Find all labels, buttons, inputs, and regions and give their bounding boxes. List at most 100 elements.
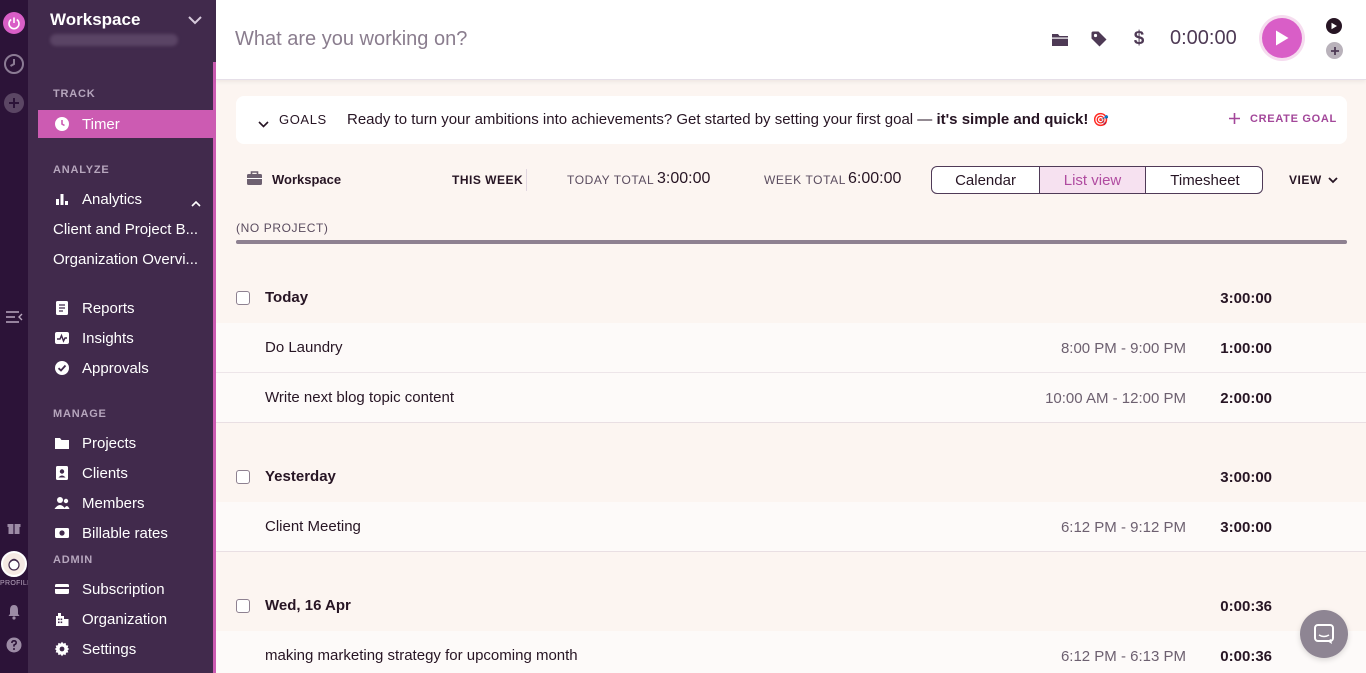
gift-icon[interactable] (3, 517, 25, 539)
sidebar-item-reports[interactable]: Reports (38, 294, 213, 322)
entry-description[interactable]: making marketing strategy for upcoming m… (265, 647, 578, 664)
divider (526, 169, 527, 191)
project-breakdown-fill (236, 240, 1347, 244)
members-icon (53, 494, 71, 512)
client-card-icon (53, 464, 71, 482)
entry-duration[interactable]: 1:00:00 (1220, 340, 1272, 357)
tab-list-view[interactable]: List view (1040, 167, 1146, 193)
sidebar-item-label: Projects (82, 434, 137, 452)
time-entry-row[interactable]: Write next blog topic content 10:00 AM -… (216, 373, 1366, 423)
entry-duration[interactable]: 0:00:36 (1220, 648, 1272, 665)
create-goal-label: CREATE GOAL (1250, 112, 1337, 125)
sidebar-item-organization[interactable]: Organization (38, 605, 213, 633)
time-entry-row[interactable]: Client Meeting 6:12 PM - 9:12 PM 3:00:00 (216, 502, 1366, 552)
workspace-filter[interactable]: Workspace (272, 172, 341, 187)
section-admin: ADMIN (53, 554, 94, 566)
section-manage: MANAGE (53, 408, 107, 420)
goals-message-bold: it's simple and quick! (936, 111, 1089, 128)
report-icon (53, 299, 71, 317)
sidebar-item-label: Timer (82, 115, 120, 133)
sidebar-item-members[interactable]: Members (38, 489, 213, 517)
sidebar-item-organization-overview[interactable]: Organization Overvi... (38, 245, 213, 273)
entry-time-range[interactable]: 6:12 PM - 9:12 PM (1061, 519, 1186, 536)
timer-mode-icon[interactable] (1326, 18, 1342, 34)
sidebar-item-projects[interactable]: Projects (38, 429, 213, 457)
today-total-value: 3:00:00 (657, 170, 711, 187)
sidebar-item-billable-rates[interactable]: Billable rates (38, 519, 213, 547)
tab-calendar[interactable]: Calendar (932, 167, 1040, 193)
bar-chart-icon (53, 190, 71, 208)
add-app-icon[interactable] (3, 92, 25, 114)
sidebar-item-label: Subscription (82, 580, 165, 598)
chat-launcher-button[interactable] (1300, 610, 1348, 658)
day-group-header: Wed, 16 Apr 0:00:36 (216, 581, 1366, 631)
view-switcher: Calendar List view Timesheet (931, 166, 1263, 194)
sidebar-item-subscription[interactable]: Subscription (38, 575, 213, 603)
entry-time-range[interactable]: 6:12 PM - 6:13 PM (1061, 648, 1186, 665)
icon-rail: PROFILE (0, 0, 32, 673)
goals-banner: GOALS Ready to turn your ambitions into … (236, 96, 1347, 144)
sidebar-item-label: Organization Overvi... (53, 250, 199, 268)
billable-dollar-icon[interactable]: $ (1128, 28, 1150, 50)
day-label: Wed, 16 Apr (265, 597, 351, 614)
entry-duration[interactable]: 2:00:00 (1220, 390, 1272, 407)
chevron-down-icon[interactable] (188, 12, 202, 30)
today-total-label: TODAY TOTAL (567, 173, 655, 187)
target-icon: 🎯 (1092, 112, 1109, 127)
day-select-checkbox[interactable] (236, 291, 250, 305)
entry-description[interactable]: Client Meeting (265, 518, 361, 535)
help-icon[interactable] (3, 634, 25, 656)
entry-description[interactable]: Do Laundry (265, 339, 343, 356)
sidebar-item-timer[interactable]: Timer (38, 110, 213, 138)
entry-duration[interactable]: 3:00:00 (1220, 519, 1272, 536)
week-total-value: 6:00:00 (848, 170, 902, 187)
day-select-checkbox[interactable] (236, 470, 250, 484)
tag-icon[interactable] (1088, 28, 1110, 50)
goals-label[interactable]: GOALS (279, 112, 327, 127)
workspace-owner-blurred (50, 34, 178, 46)
entry-time-range[interactable]: 10:00 AM - 12:00 PM (1045, 390, 1186, 407)
sidebar-item-insights[interactable]: Insights (38, 324, 213, 352)
sidebar-item-label: Organization (82, 610, 168, 628)
manual-mode-icon[interactable] (1326, 42, 1343, 59)
day-select-checkbox[interactable] (236, 599, 250, 613)
task-description-input[interactable] (235, 25, 935, 53)
day-total: 3:00:00 (1220, 290, 1272, 307)
entry-time-range[interactable]: 8:00 PM - 9:00 PM (1061, 340, 1186, 357)
sidebar-item-approvals[interactable]: Approvals (38, 354, 213, 382)
sidebar-item-settings[interactable]: Settings (38, 635, 213, 663)
timer-bar: $ 0:00:00 (216, 0, 1366, 80)
workspace-name[interactable]: Workspace (50, 10, 140, 30)
credit-card-icon (53, 580, 71, 598)
bell-icon[interactable] (3, 601, 25, 623)
view-options-button[interactable]: VIEW (1289, 173, 1338, 187)
clock-icon (53, 115, 71, 133)
chevron-down-icon (1328, 176, 1338, 183)
chevron-down-icon[interactable] (258, 115, 269, 133)
day-group-header: Today 3:00:00 (216, 273, 1366, 323)
sidebar-item-client-project-breakdown[interactable]: Client and Project B... (38, 215, 213, 243)
sidebar-item-analytics[interactable]: Analytics (38, 185, 213, 213)
sidebar-item-label: Client and Project B... (53, 220, 199, 238)
toggl-logo-icon[interactable] (3, 12, 25, 34)
section-track: TRACK (53, 88, 96, 100)
sidebar-item-label: Settings (82, 640, 137, 658)
time-entry-row[interactable]: making marketing strategy for upcoming m… (216, 631, 1366, 673)
avatar[interactable] (1, 551, 27, 577)
week-total-label: WEEK TOTAL (764, 173, 847, 187)
sidebar-item-label: Billable rates (82, 524, 168, 542)
collapse-sidebar-icon[interactable] (3, 306, 25, 328)
time-entry-row[interactable]: Do Laundry 8:00 PM - 9:00 PM 1:00:00 (216, 323, 1366, 373)
sidebar-item-label: Members (82, 494, 145, 512)
project-breakdown-bar (236, 240, 1347, 244)
create-goal-button[interactable]: CREATE GOAL (1228, 112, 1337, 125)
start-timer-button[interactable] (1262, 18, 1302, 58)
goals-message-text: Ready to turn your ambitions into achiev… (347, 111, 937, 128)
view-options-label: VIEW (1289, 173, 1322, 187)
project-folder-icon[interactable] (1049, 28, 1071, 50)
track-app-icon[interactable] (3, 53, 25, 75)
week-selector[interactable]: THIS WEEK (452, 173, 523, 187)
entry-description[interactable]: Write next blog topic content (265, 389, 454, 406)
tab-timesheet[interactable]: Timesheet (1146, 167, 1262, 193)
sidebar-item-clients[interactable]: Clients (38, 459, 213, 487)
